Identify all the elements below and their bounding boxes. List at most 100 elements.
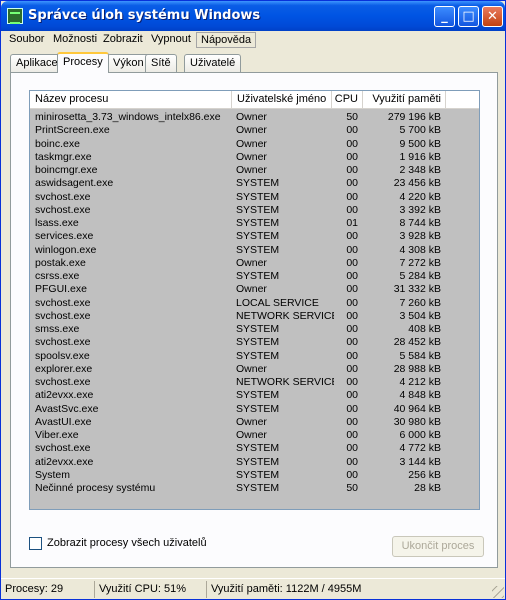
title-bar[interactable]: Správce úloh systému Windows _ □ ✕ [1,1,505,31]
process-name-cell: lsass.exe [35,217,79,229]
process-user-cell: LOCAL SERVICE [236,296,319,309]
process-cpu-cell: 00 [346,190,358,203]
process-memory-cell: 4 220 kB [399,190,441,203]
process-name-cell: PrintScreen.exe [35,124,110,137]
menu-vypnout[interactable]: Vypnout [147,32,195,48]
process-user-cell: SYSTEM [236,349,280,362]
menu-napoveda[interactable]: Nápověda [196,32,257,48]
process-user-cell: NETWORK SERVICE [236,309,334,322]
process-name-cell: System [35,468,71,481]
table-row[interactable]: explorer.exe Owner 00 28 988 kB [30,363,479,376]
process-cpu-cell: 00 [346,362,358,375]
table-row[interactable]: svchost.exe LOCAL SERVICE 00 7 260 kB [30,297,479,310]
process-list[interactable]: Název procesu Uživatelské jméno CPU Využ… [29,90,480,510]
process-cpu-cell: 01 [346,217,358,229]
process-memory-cell: 8 744 kB [399,217,441,229]
table-row[interactable]: svchost.exe NETWORK SERVICE 00 3 504 kB [30,310,479,323]
column-header-memory[interactable]: Využití paměti [363,91,446,109]
table-row[interactable]: lsass.exe SYSTEM 01 8 744 kB [30,217,479,230]
table-row[interactable]: AvastSvc.exe SYSTEM 00 40 964 kB [30,403,479,416]
tab-vykon[interactable]: Výkon [107,54,150,72]
table-row[interactable]: boincmgr.exe Owner 00 2 348 kB [30,164,479,177]
menu-zobrazit[interactable]: Zobrazit [99,32,147,48]
process-memory-cell: 5 284 kB [399,270,441,282]
process-cpu-cell: 00 [346,455,358,468]
process-name-cell: svchost.exe [35,336,91,349]
table-row[interactable]: svchost.exe SYSTEM 00 4 772 kB [30,442,479,455]
column-header-name[interactable]: Název procesu [30,91,232,109]
table-row[interactable]: aswidsagent.exe SYSTEM 00 23 456 kB [30,177,479,190]
table-row[interactable]: PrintScreen.exe Owner 00 5 700 kB [30,124,479,137]
table-row[interactable]: svchost.exe SYSTEM 00 28 452 kB [30,336,479,349]
table-row[interactable]: postak.exe Owner 00 7 272 kB [30,257,479,270]
table-row[interactable]: spoolsv.exe SYSTEM 00 5 584 kB [30,350,479,363]
menu-bar: Soubor Možnosti Zobrazit Vypnout Nápověd… [5,30,503,48]
table-row[interactable]: AvastUI.exe Owner 00 30 980 kB [30,416,479,429]
process-cpu-cell: 00 [346,468,358,481]
process-name-cell: minirosetta_3.73_windows_intelx86.exe [35,111,221,123]
table-row[interactable]: Nečinné procesy systému SYSTEM 50 28 kB [30,482,479,495]
menu-moznosti[interactable]: Možnosti [49,32,101,48]
status-processes: Procesy: 29 [5,583,64,595]
process-cpu-cell: 00 [346,270,358,282]
process-name-cell: taskmgr.exe [35,150,92,163]
process-name-cell: svchost.exe [35,376,91,388]
close-button[interactable]: ✕ [482,6,503,27]
maximize-icon: □ [462,9,475,24]
table-row[interactable]: boinc.exe Owner 00 9 500 kB [30,138,479,151]
tab-uzivatele[interactable]: Uživatelé [184,54,242,72]
table-row[interactable]: ati2evxx.exe SYSTEM 00 3 144 kB [30,456,479,469]
process-user-cell: Owner [236,415,267,428]
process-user-cell: SYSTEM [236,402,280,415]
table-row[interactable]: svchost.exe SYSTEM 00 3 392 kB [30,204,479,217]
process-user-cell: SYSTEM [236,243,280,256]
process-name-cell: svchost.exe [35,203,91,216]
process-user-cell: SYSTEM [236,442,280,455]
table-row[interactable]: services.exe SYSTEM 00 3 928 kB [30,230,479,243]
process-user-cell: Owner [236,111,267,123]
table-row[interactable]: taskmgr.exe Owner 00 1 916 kB [30,151,479,164]
process-cpu-cell: 50 [346,111,358,123]
process-name-cell: svchost.exe [35,190,91,203]
table-row[interactable]: ati2evxx.exe SYSTEM 00 4 848 kB [30,389,479,402]
maximize-button[interactable]: □ [458,6,479,27]
process-name-cell: boincmgr.exe [35,164,98,176]
process-memory-cell: 3 392 kB [399,203,441,216]
minimize-button[interactable]: _ [434,6,455,27]
table-row[interactable]: csrss.exe SYSTEM 00 5 284 kB [30,270,479,283]
process-memory-cell: 6 000 kB [399,429,441,441]
column-header-user[interactable]: Uživatelské jméno [232,91,332,109]
process-memory-cell: 28 kB [414,482,441,494]
process-name-cell: Viber.exe [35,429,79,441]
tab-procesy[interactable]: Procesy [57,52,109,73]
close-icon: ✕ [487,9,498,24]
process-name-cell: svchost.exe [35,309,91,322]
table-row[interactable]: svchost.exe SYSTEM 00 4 220 kB [30,191,479,204]
table-row[interactable]: PFGUI.exe Owner 00 31 332 kB [30,283,479,296]
tab-aplikace[interactable]: Aplikace [10,54,64,72]
show-all-users-checkbox[interactable] [29,537,42,550]
process-memory-cell: 30 980 kB [393,415,441,428]
process-memory-cell: 408 kB [408,323,441,335]
end-process-button[interactable]: Ukončit proces [392,536,484,557]
column-header-cpu[interactable]: CPU [332,91,363,109]
process-name-cell: Nečinné procesy systému [35,482,156,494]
table-row[interactable]: smss.exe SYSTEM 00 408 kB [30,323,479,336]
process-name-cell: postak.exe [35,256,86,269]
table-row[interactable]: svchost.exe NETWORK SERVICE 00 4 212 kB [30,376,479,389]
resize-grip-icon[interactable] [492,586,504,598]
process-user-cell: SYSTEM [236,455,280,468]
process-user-cell: Owner [236,256,267,269]
table-row[interactable]: Viber.exe Owner 00 6 000 kB [30,429,479,442]
table-row[interactable]: minirosetta_3.73_windows_intelx86.exe Own… [30,111,479,124]
table-row[interactable]: winlogon.exe SYSTEM 00 4 308 kB [30,244,479,257]
process-user-cell: Owner [236,137,267,150]
process-user-cell: Owner [236,429,267,441]
table-row[interactable]: System SYSTEM 00 256 kB [30,469,479,482]
minimize-icon: _ [441,9,448,24]
process-user-cell: SYSTEM [236,217,280,229]
tab-site[interactable]: Sítě [145,54,177,72]
process-user-cell: SYSTEM [236,336,280,349]
process-memory-cell: 28 452 kB [393,336,441,349]
menu-soubor[interactable]: Soubor [5,32,48,48]
